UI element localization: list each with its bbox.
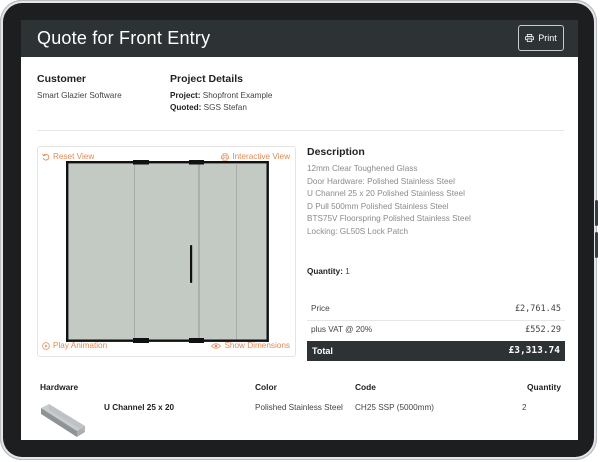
tablet-side-button <box>595 232 598 258</box>
title-bar: Quote for Front Entry Print <box>21 20 578 57</box>
hardware-code-cell: CH25 SSP (5000mm) <box>355 403 435 412</box>
code-column-header: Code <box>355 382 376 392</box>
customer-heading: Customer <box>37 73 87 85</box>
right-side-panel <box>237 163 267 341</box>
description-line: Door Hardware: Polished Stainless Steel <box>307 176 455 186</box>
vat-row: plus VAT @ 20% £552.29 <box>307 320 565 342</box>
print-label: Print <box>538 33 557 43</box>
glass-panels <box>68 163 267 341</box>
play-animation-label: Play Animation <box>53 341 108 350</box>
project-value: Shopfront Example <box>202 91 273 100</box>
tablet-side-button <box>595 200 598 226</box>
door-rendering <box>66 160 269 343</box>
vat-label: plus VAT @ 20% <box>311 325 373 334</box>
quantity-value: 1 <box>345 267 350 276</box>
quantity-column-header: Quantity <box>527 382 561 392</box>
door-viewer[interactable]: Reset View Interactive View Play Animati… <box>37 146 296 357</box>
hardware-name-cell: U Channel 25 x 20 <box>104 403 175 412</box>
left-channel <box>66 161 69 342</box>
quoted-line: Quoted: SGS Stefan <box>170 103 247 112</box>
eye-icon <box>211 342 222 349</box>
show-dimensions-label: Show Dimensions <box>224 341 290 350</box>
bottom-patch-left <box>133 338 149 343</box>
description-heading: Description <box>307 146 365 158</box>
color-column-header: Color <box>255 382 277 392</box>
hardware-quantity-cell: 2 <box>522 403 527 412</box>
top-patch-left <box>133 160 149 165</box>
customer-name: Smart Glazier Software <box>37 91 122 100</box>
u-channel-thumbnail <box>41 404 85 437</box>
top-channel <box>67 161 268 164</box>
hardware-column-header: Hardware <box>40 382 79 392</box>
total-row: Total £3,313.74 <box>307 341 565 361</box>
play-icon <box>42 341 50 350</box>
section-divider <box>37 130 564 131</box>
print-button[interactable]: Print <box>518 25 564 51</box>
quoted-label: Quoted: <box>170 103 202 112</box>
quantity-line: Quantity: 1 <box>307 267 350 276</box>
description-line: 12mm Clear Toughened Glass <box>307 164 418 173</box>
description-line: BTS75V Floorspring Polished Stainless St… <box>307 214 471 223</box>
project-line: Project: Shopfront Example <box>170 91 272 100</box>
vat-value: £552.29 <box>525 325 561 335</box>
quantity-label: Quantity: <box>307 267 343 276</box>
show-dimensions-link[interactable]: Show Dimensions <box>211 341 290 350</box>
project-details-heading: Project Details <box>170 73 243 85</box>
top-patch-right <box>189 160 204 165</box>
app-screen: Quote for Front Entry Print Customer Sma… <box>21 20 578 440</box>
right-door-leaf <box>199 163 236 341</box>
page-title: Quote for Front Entry <box>37 28 211 48</box>
price-row: Price £2,761.45 <box>307 299 565 321</box>
bottom-patch-right <box>189 338 204 343</box>
printer-icon <box>525 34 535 42</box>
left-side-panel <box>68 163 134 341</box>
total-label: Total <box>312 346 333 356</box>
description-line: D Pull 500mm Polished Stainless Steel <box>307 201 449 211</box>
quoted-value: SGS Stefan <box>203 103 247 112</box>
description-line: U Channel 25 x 20 Polished Stainless Ste… <box>307 189 465 198</box>
total-value: £3,313.74 <box>508 345 560 356</box>
price-label: Price <box>311 304 330 313</box>
price-value: £2,761.45 <box>514 304 561 314</box>
project-label: Project: <box>170 91 201 100</box>
hardware-color-cell: Polished Stainless Steel <box>255 403 343 412</box>
left-door-leaf <box>135 163 199 341</box>
play-animation-link[interactable]: Play Animation <box>42 341 107 350</box>
right-channel <box>266 161 269 342</box>
d-pull-handle <box>190 245 193 283</box>
description-line: Locking: GL50S Lock Patch <box>307 226 409 236</box>
